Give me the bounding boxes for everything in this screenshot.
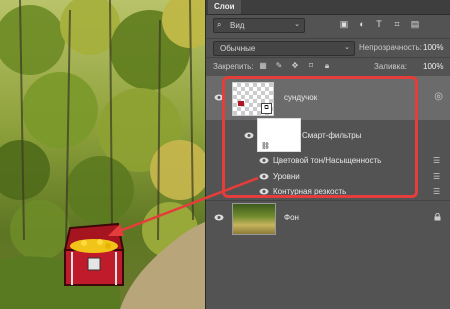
annotation-arrow [108,176,259,236]
